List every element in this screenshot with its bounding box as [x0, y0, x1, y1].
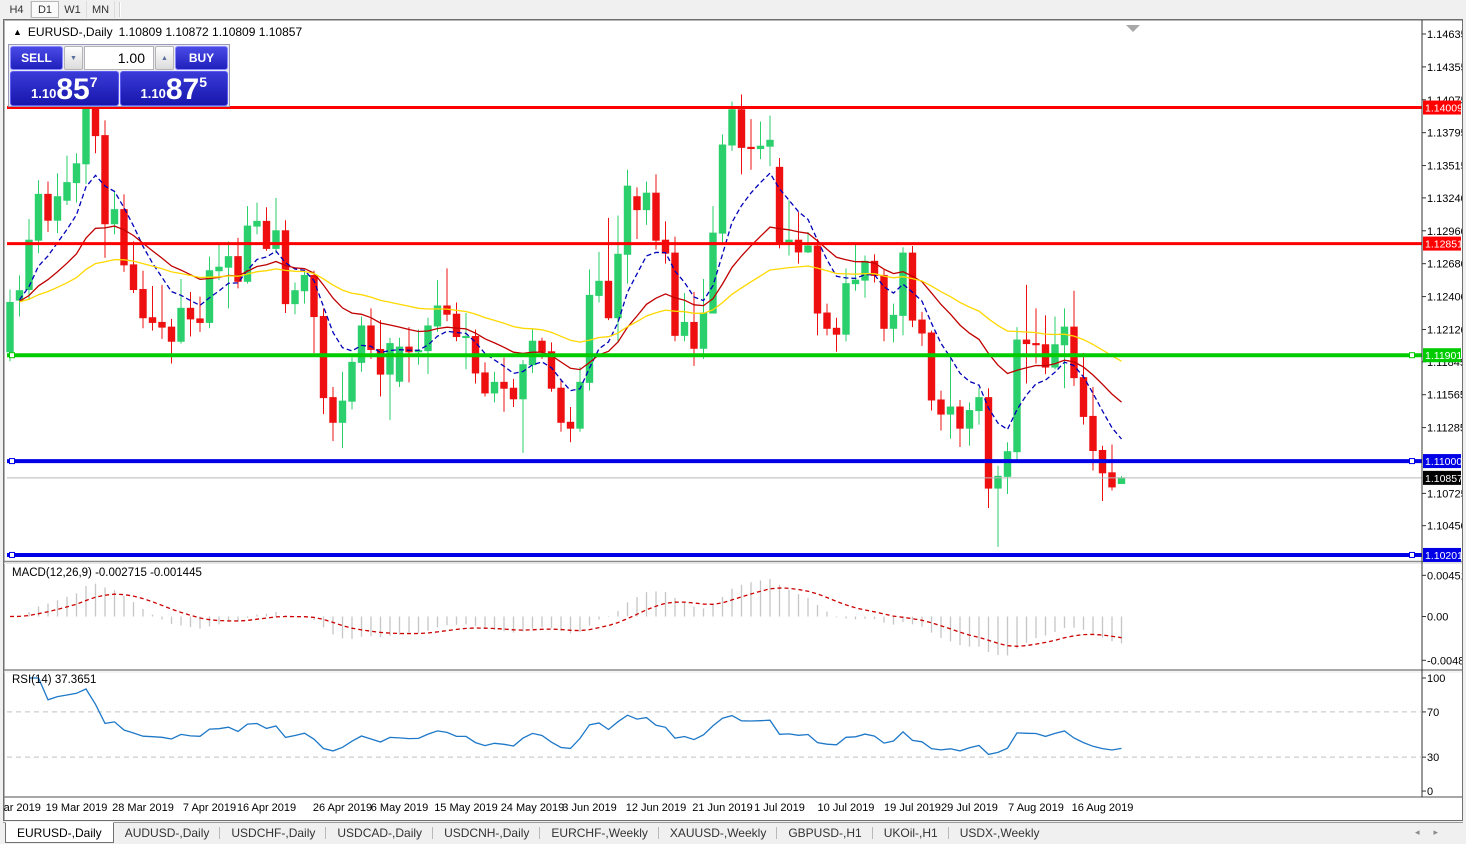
sell-price-button[interactable]: 1.10 85 7 — [10, 71, 119, 106]
tab-usdcad-daily[interactable]: USDCAD-,Daily — [326, 823, 433, 843]
svg-text:28 Mar 2019: 28 Mar 2019 — [112, 802, 174, 814]
tab-audusd-daily[interactable]: AUDUSD-,Daily — [114, 823, 221, 843]
chevron-up-icon: ▲ — [161, 54, 168, 62]
horizontal-line-objects[interactable] — [7, 106, 1422, 558]
chart-shift-marker-icon — [1126, 25, 1140, 32]
svg-text:-0.004806: -0.004806 — [1427, 655, 1462, 667]
svg-text:1.11901: 1.11901 — [1425, 350, 1462, 362]
svg-text:0.00: 0.00 — [1427, 612, 1448, 624]
toolbar-separator — [119, 2, 120, 17]
candlestick-series[interactable] — [6, 52, 1126, 547]
macd-indicator-label: MACD(12,26,9) -0.002715 -0.001445 — [12, 567, 202, 579]
svg-text:1.10725: 1.10725 — [1427, 488, 1462, 500]
tab-usdx-weekly[interactable]: USDX-,Weekly — [949, 823, 1051, 843]
svg-text:1.13515: 1.13515 — [1427, 161, 1462, 173]
svg-text:7 Apr 2019: 7 Apr 2019 — [183, 802, 236, 814]
volume-increase-button[interactable]: ▲ — [155, 46, 174, 70]
svg-text:1.11000: 1.11000 — [1425, 456, 1462, 468]
svg-text:10 Jul 2019: 10 Jul 2019 — [818, 802, 875, 814]
tab-scroll-arrows: ◂▸ — [1415, 827, 1452, 838]
volume-decrease-button[interactable]: ▼ — [64, 46, 83, 70]
sell-price-prefix: 1.10 — [31, 86, 57, 101]
svg-text:16 Aug 2019: 16 Aug 2019 — [1072, 802, 1134, 814]
svg-text:7 Aug 2019: 7 Aug 2019 — [1008, 802, 1064, 814]
svg-text:3 Jun 2019: 3 Jun 2019 — [562, 802, 616, 814]
timeframe-button-d1[interactable]: D1 — [31, 1, 59, 18]
svg-text:0: 0 — [1427, 786, 1433, 798]
svg-text:1.14355: 1.14355 — [1427, 62, 1462, 74]
buy-price-pip-digit: 5 — [199, 74, 207, 90]
svg-text:70: 70 — [1427, 707, 1439, 719]
svg-text:1.14635: 1.14635 — [1427, 29, 1462, 41]
svg-text:24 May 2019: 24 May 2019 — [501, 802, 565, 814]
svg-text:1.12851: 1.12851 — [1425, 239, 1462, 251]
tab-eurusd-daily[interactable]: EURUSD-,Daily — [5, 822, 114, 843]
sell-button[interactable]: SELL — [10, 46, 63, 70]
svg-text:10 Mar 2019: 10 Mar 2019 — [4, 802, 41, 814]
tab-xauusd-weekly[interactable]: XAUUSD-,Weekly — [659, 823, 778, 843]
svg-text:19 Jul 2019: 19 Jul 2019 — [884, 802, 941, 814]
svg-text:6 May 2019: 6 May 2019 — [371, 802, 428, 814]
svg-text:1.12960: 1.12960 — [1427, 226, 1462, 238]
svg-text:21 Jun 2019: 21 Jun 2019 — [692, 802, 753, 814]
svg-text:1.10201: 1.10201 — [1425, 550, 1462, 562]
svg-text:1 Jul 2019: 1 Jul 2019 — [754, 802, 805, 814]
sell-price-big-digits: 85 — [56, 73, 90, 106]
svg-text:16 Apr 2019: 16 Apr 2019 — [237, 802, 296, 814]
chart-tab-bar: EURUSD-,Daily AUDUSD-,Daily USDCHF-,Dail… — [3, 822, 1463, 843]
time-axis[interactable]: 10 Mar 2019 19 Mar 2019 28 Mar 2019 7 Apr 2… — [4, 802, 1133, 814]
svg-text:1.13240: 1.13240 — [1427, 193, 1462, 205]
timeframe-toolbar: H4 D1 W1 MN — [0, 0, 1466, 19]
rsi-pane[interactable]: 100 70 30 0 — [7, 673, 1445, 798]
svg-text:15 May 2019: 15 May 2019 — [434, 802, 498, 814]
tab-gbpusd-h1[interactable]: GBPUSD-,H1 — [777, 823, 874, 843]
svg-text:1.12120: 1.12120 — [1427, 324, 1462, 336]
svg-text:1.14009: 1.14009 — [1425, 103, 1462, 115]
sell-price-pip-digit: 7 — [89, 74, 98, 90]
chart-title: ▲ EURUSD-,Daily 1.10809 1.10872 1.10809 … — [13, 25, 302, 39]
tab-eurchf-weekly[interactable]: EURCHF-,Weekly — [540, 823, 660, 843]
symbol-up-triangle-icon: ▲ — [13, 27, 22, 37]
svg-text:1.12400: 1.12400 — [1427, 292, 1462, 304]
buy-price-big-digits: 87 — [165, 73, 200, 106]
timeframe-button-h4[interactable]: H4 — [3, 1, 31, 18]
svg-text:19 Mar 2019: 19 Mar 2019 — [46, 802, 108, 814]
svg-text:26 Apr 2019: 26 Apr 2019 — [313, 802, 372, 814]
tab-usdcnh-daily[interactable]: USDCNH-,Daily — [433, 823, 541, 843]
tab-scroll-left-icon[interactable]: ◂ — [1415, 827, 1434, 837]
chart-canvas[interactable]: 1.146351.143551.140751.137951.135151.132… — [4, 20, 1462, 820]
moving-average-lines — [18, 172, 1122, 440]
svg-text:0.004517: 0.004517 — [1427, 570, 1462, 582]
svg-text:1.13795: 1.13795 — [1427, 128, 1462, 140]
timeframe-button-mn[interactable]: MN — [87, 1, 115, 18]
svg-text:1.11565: 1.11565 — [1427, 390, 1462, 402]
svg-text:29 Jul 2019: 29 Jul 2019 — [941, 802, 998, 814]
chart-symbol-label: EURUSD-,Daily — [27, 25, 113, 39]
volume-input[interactable]: 1.00 — [84, 46, 154, 70]
tab-usdchf-daily[interactable]: USDCHF-,Daily — [220, 823, 327, 843]
svg-text:1.10450: 1.10450 — [1427, 521, 1462, 533]
svg-text:12 Jun 2019: 12 Jun 2019 — [626, 802, 687, 814]
chart-ohlc-values: 1.10809 1.10872 1.10809 1.10857 — [118, 25, 303, 39]
tab-ukoil-h1[interactable]: UKOil-,H1 — [873, 823, 949, 843]
rsi-indicator-label: RSI(14) 37.3651 — [12, 674, 97, 686]
svg-text:1.10857: 1.10857 — [1425, 473, 1462, 485]
svg-text:1.11285: 1.11285 — [1427, 423, 1462, 435]
svg-text:30: 30 — [1427, 752, 1439, 764]
price-axis[interactable]: 1.146351.143551.140751.137951.135151.132… — [1422, 29, 1462, 562]
buy-button[interactable]: BUY — [175, 46, 228, 70]
chevron-down-icon: ▼ — [70, 54, 77, 62]
one-click-trading-panel: SELL ▼ 1.00 ▲ BUY 1.10 85 7 1.10 87 5 — [8, 44, 230, 107]
buy-price-prefix: 1.10 — [140, 86, 166, 101]
svg-text:100: 100 — [1427, 673, 1445, 685]
chart-window: 1.146351.143551.140751.137951.135151.132… — [3, 19, 1463, 821]
timeframe-button-w1[interactable]: W1 — [59, 1, 87, 18]
svg-text:1.12680: 1.12680 — [1427, 259, 1462, 271]
trading-terminal-window: { "toolbar": { "timeframes": [ {"label":… — [0, 0, 1466, 844]
tab-scroll-right-icon[interactable]: ▸ — [1433, 827, 1452, 837]
macd-pane[interactable]: 0.004517 0.00 -0.004806 — [9, 570, 1462, 667]
buy-price-button[interactable]: 1.10 87 5 — [119, 71, 228, 106]
